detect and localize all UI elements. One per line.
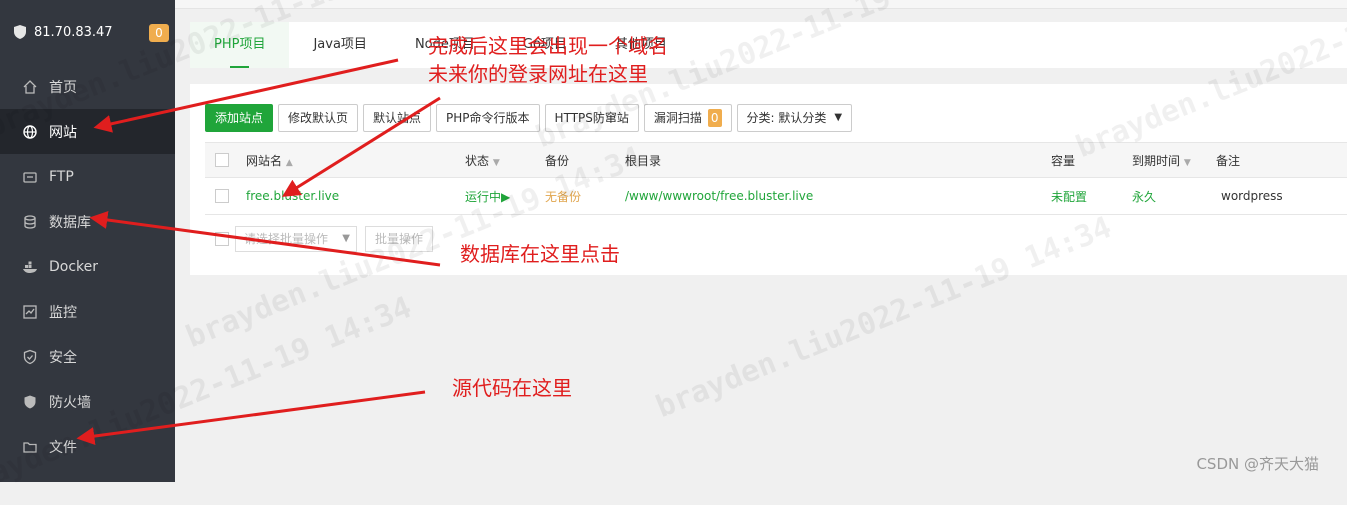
annotation-domain-line1: 完成后这里会出现一个域名 bbox=[428, 34, 668, 58]
arrow-to-website bbox=[93, 58, 399, 133]
csdn-credit: CSDN @齐天大猫 bbox=[1196, 455, 1319, 473]
arrow-to-database bbox=[89, 211, 441, 267]
annotation-arrows bbox=[76, 58, 441, 446]
annotation-database: 数据库在这里点击 bbox=[460, 242, 620, 266]
annotation-source: 源代码在这里 bbox=[452, 376, 572, 400]
arrow-to-files bbox=[76, 390, 426, 446]
arrow-to-domain bbox=[281, 96, 441, 197]
annotation-domain-line2: 未来你的登录网址在这里 bbox=[428, 62, 648, 86]
